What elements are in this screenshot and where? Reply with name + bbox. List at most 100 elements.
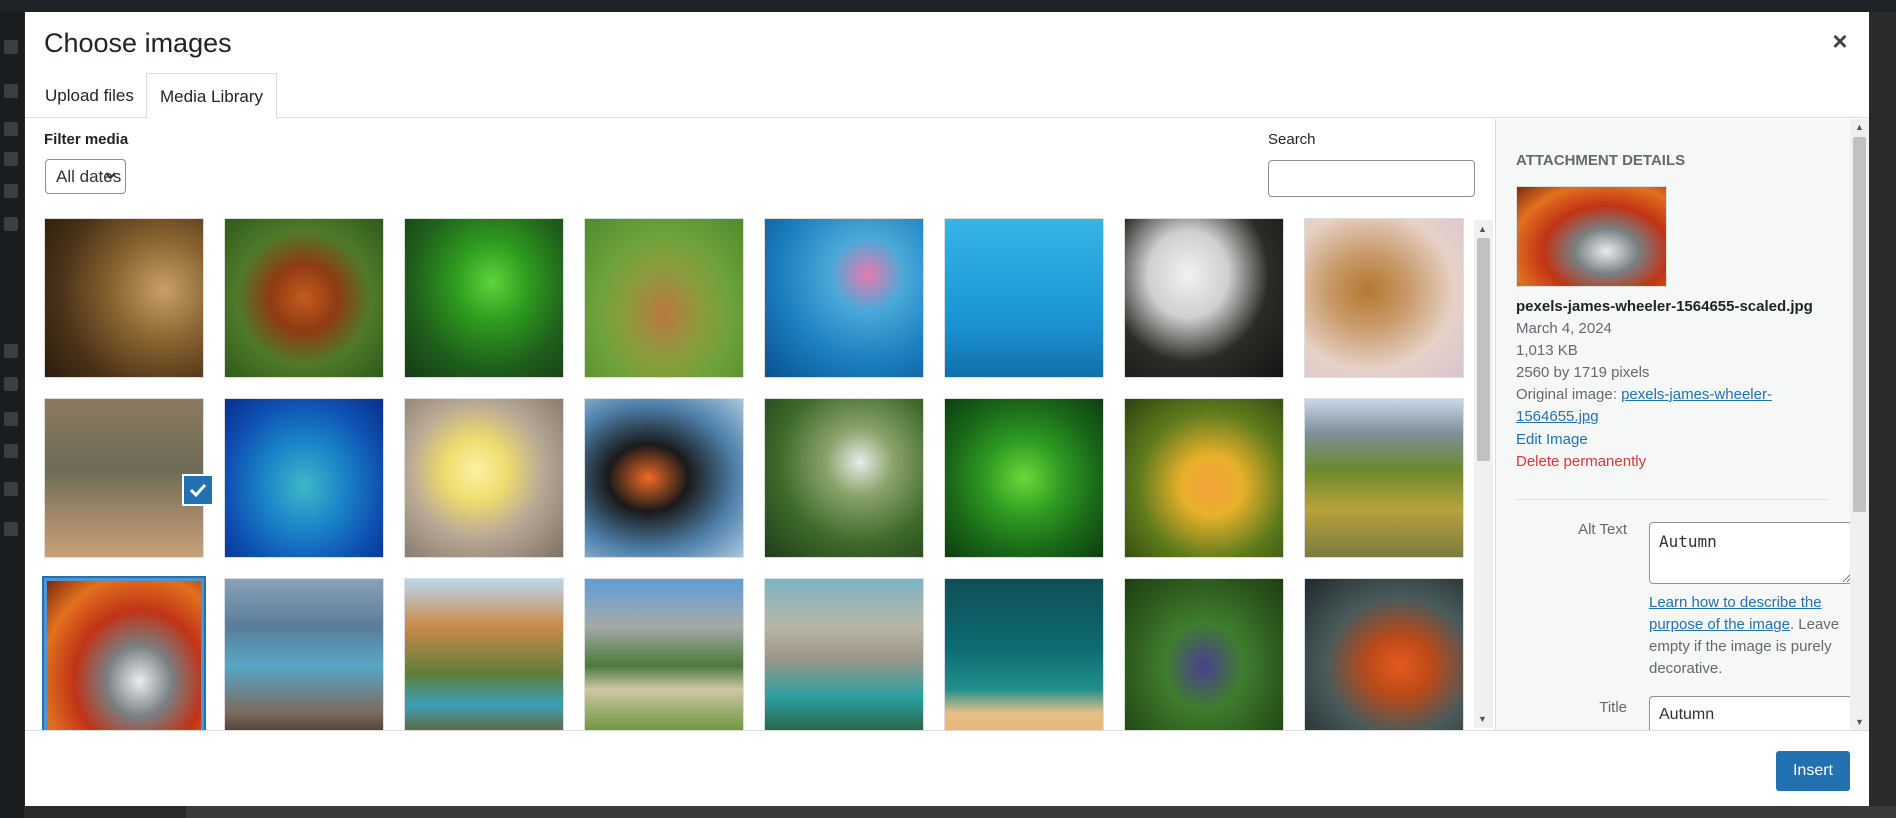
pine-cones-image: [1125, 579, 1283, 730]
delete-permanently-link[interactable]: Delete permanently: [1516, 451, 1646, 473]
media-tabs: Upload files Media Library: [25, 73, 1869, 119]
settings-icon: [4, 482, 18, 496]
media-icon: [4, 122, 18, 136]
plugins-icon: [4, 377, 18, 391]
attachment-thumbnail[interactable]: [1124, 218, 1284, 378]
attachment-thumbnail[interactable]: [224, 398, 384, 558]
attachment-thumbnail[interactable]: [584, 398, 744, 558]
attachment-thumbnail[interactable]: [764, 218, 924, 378]
lake-mountains-image: [585, 579, 743, 730]
tab-upload-files[interactable]: Upload files: [32, 73, 147, 118]
dolphin-image: [945, 219, 1103, 377]
insert-button[interactable]: Insert: [1776, 751, 1850, 791]
attachment-details-heading: Attachment Details: [1516, 152, 1686, 169]
attachment-thumbnail[interactable]: [584, 578, 744, 730]
posts-icon: [4, 84, 18, 98]
canyon-river-image: [405, 579, 563, 730]
users-icon: [4, 412, 18, 426]
attachment-thumbnail[interactable]: [44, 218, 204, 378]
admin-content-background: [186, 806, 1896, 818]
attachment-thumbnail[interactable]: [404, 578, 564, 730]
long-exposure-waterfall-image: [225, 579, 383, 730]
attachment-thumbnail-selected[interactable]: [44, 578, 204, 730]
beach-aerial-image: [945, 579, 1103, 730]
sea-turtle-image: [225, 399, 383, 557]
checkmark-icon[interactable]: [182, 474, 214, 506]
title-label: Title: [1599, 699, 1627, 716]
title-field[interactable]: [1649, 696, 1852, 730]
scrollbar-thumb[interactable]: [1477, 238, 1490, 461]
attachment-thumbnail[interactable]: [764, 398, 924, 558]
aerial-terrain-image: [1305, 579, 1463, 730]
attachment-details-panel: Attachment Details pexels-james-wheeler-…: [1495, 119, 1869, 730]
alt-text-label: Alt Text: [1578, 521, 1627, 538]
media-browser: Filter media All dates Search ▲ ▼: [25, 119, 1495, 730]
forest-waterfall-image: [765, 399, 923, 557]
details-filename: pexels-james-wheeler-1564655-scaled.jpg: [1516, 298, 1813, 315]
attachment-thumbnail[interactable]: [1124, 398, 1284, 558]
attachment-thumbnail[interactable]: [44, 398, 204, 558]
attachment-thumbnail[interactable]: [224, 578, 384, 730]
attachment-thumbnail[interactable]: [404, 398, 564, 558]
details-dimensions: 2560 by 1719 pixels: [1516, 364, 1650, 381]
lily-butterfly-image: [1125, 399, 1283, 557]
filter-media-label: Filter media: [44, 131, 129, 148]
attachment-thumbnail[interactable]: [584, 218, 744, 378]
admin-sidebar-background: [0, 12, 24, 818]
attachment-thumbnail[interactable]: [1304, 218, 1464, 378]
search-input[interactable]: [1268, 160, 1475, 197]
modal-footer: Insert: [25, 730, 1869, 806]
search-label: Search: [1268, 131, 1316, 148]
divider: [1516, 499, 1828, 500]
comments-icon: [4, 184, 18, 198]
stone-bridge-image: [765, 579, 923, 730]
admin-bar-background: [0, 0, 1896, 12]
modal-title: Choose images: [44, 28, 232, 58]
collapse-icon: [4, 522, 18, 536]
close-icon[interactable]: ×: [1825, 26, 1855, 56]
puffin-image: [585, 399, 743, 557]
scroll-down-icon[interactable]: ▼: [1478, 714, 1487, 724]
jellyfish-image: [765, 219, 923, 377]
chevron-down-icon: [104, 160, 117, 193]
scroll-down-icon[interactable]: ▼: [1855, 717, 1864, 727]
attachment-thumbnail[interactable]: [764, 578, 924, 730]
chick-image: [405, 399, 563, 557]
attachment-thumbnail[interactable]: [944, 578, 1104, 730]
attachment-thumbnail[interactable]: [404, 218, 564, 378]
details-file-size: 1,013 KB: [1516, 342, 1578, 359]
scrollbar-thumb[interactable]: [1853, 137, 1866, 512]
edit-image-link[interactable]: Edit Image: [1516, 429, 1588, 451]
grid-scrollbar[interactable]: ▲ ▼: [1474, 220, 1493, 728]
attachment-thumbnail[interactable]: [944, 398, 1104, 558]
attachment-thumbnail[interactable]: [1124, 578, 1284, 730]
appearance-icon: [4, 344, 18, 358]
attachment-thumbnail[interactable]: [1304, 578, 1464, 730]
green-leaves-image: [945, 399, 1103, 557]
scroll-up-icon[interactable]: ▲: [1855, 122, 1864, 132]
tab-media-library[interactable]: Media Library: [146, 73, 277, 119]
tools-icon: [4, 444, 18, 458]
pages-icon: [4, 152, 18, 166]
eagle-image: [1125, 219, 1283, 377]
details-original-image: Original image: pexels-james-wheeler-156…: [1516, 384, 1816, 428]
media-modal: Choose images × Upload files Media Libra…: [25, 12, 1869, 806]
details-scrollbar[interactable]: ▲ ▼: [1850, 119, 1869, 730]
details-thumbnail: [1516, 186, 1667, 287]
original-image-label: Original image:: [1516, 386, 1617, 403]
giraffe-image: [1305, 219, 1463, 377]
alt-text-help: Learn how to describe the purpose of the…: [1649, 592, 1849, 680]
attachment-thumbnail[interactable]: [944, 218, 1104, 378]
scroll-up-icon[interactable]: ▲: [1478, 224, 1487, 234]
mountain-valley-image: [1305, 399, 1463, 557]
deer-image: [585, 219, 743, 377]
squirrel-image: [225, 219, 383, 377]
alt-text-field[interactable]: Autumn: [1649, 522, 1852, 584]
autumn-waterfall-image: [47, 581, 201, 730]
date-filter-select[interactable]: All dates: [45, 159, 126, 194]
dashboard-icon: [4, 40, 18, 54]
attachment-thumbnail[interactable]: [224, 218, 384, 378]
pin-icon: [4, 217, 18, 231]
attachment-thumbnail[interactable]: [1304, 398, 1464, 558]
details-date: March 4, 2024: [1516, 320, 1612, 337]
